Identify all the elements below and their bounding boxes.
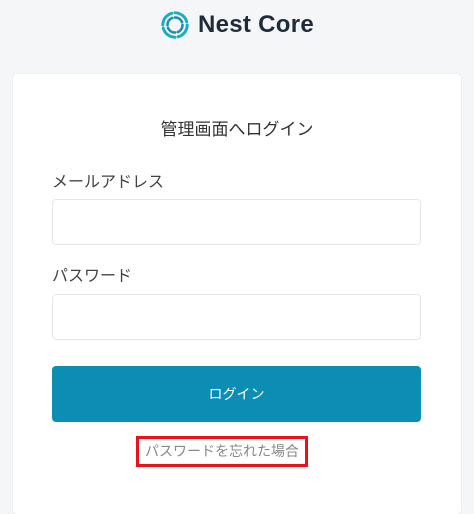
login-button[interactable]: ログイン (52, 366, 421, 422)
email-label: メールアドレス (52, 172, 165, 191)
email-field[interactable] (52, 199, 421, 245)
brand-name: Nest Core (197, 11, 315, 38)
password-label: パスワード (52, 266, 133, 285)
password-field[interactable] (52, 294, 421, 340)
login-title: 管理画面へログイン (160, 120, 314, 140)
login-card: 管理画面へログイン メールアドレス パスワード ログイン パスワードを忘れた場合 (13, 74, 461, 514)
forgot-password-link[interactable]: パスワードを忘れた場合 (136, 436, 308, 467)
nest-core-logo-icon (161, 11, 189, 39)
header: Nest Core (0, 6, 474, 44)
